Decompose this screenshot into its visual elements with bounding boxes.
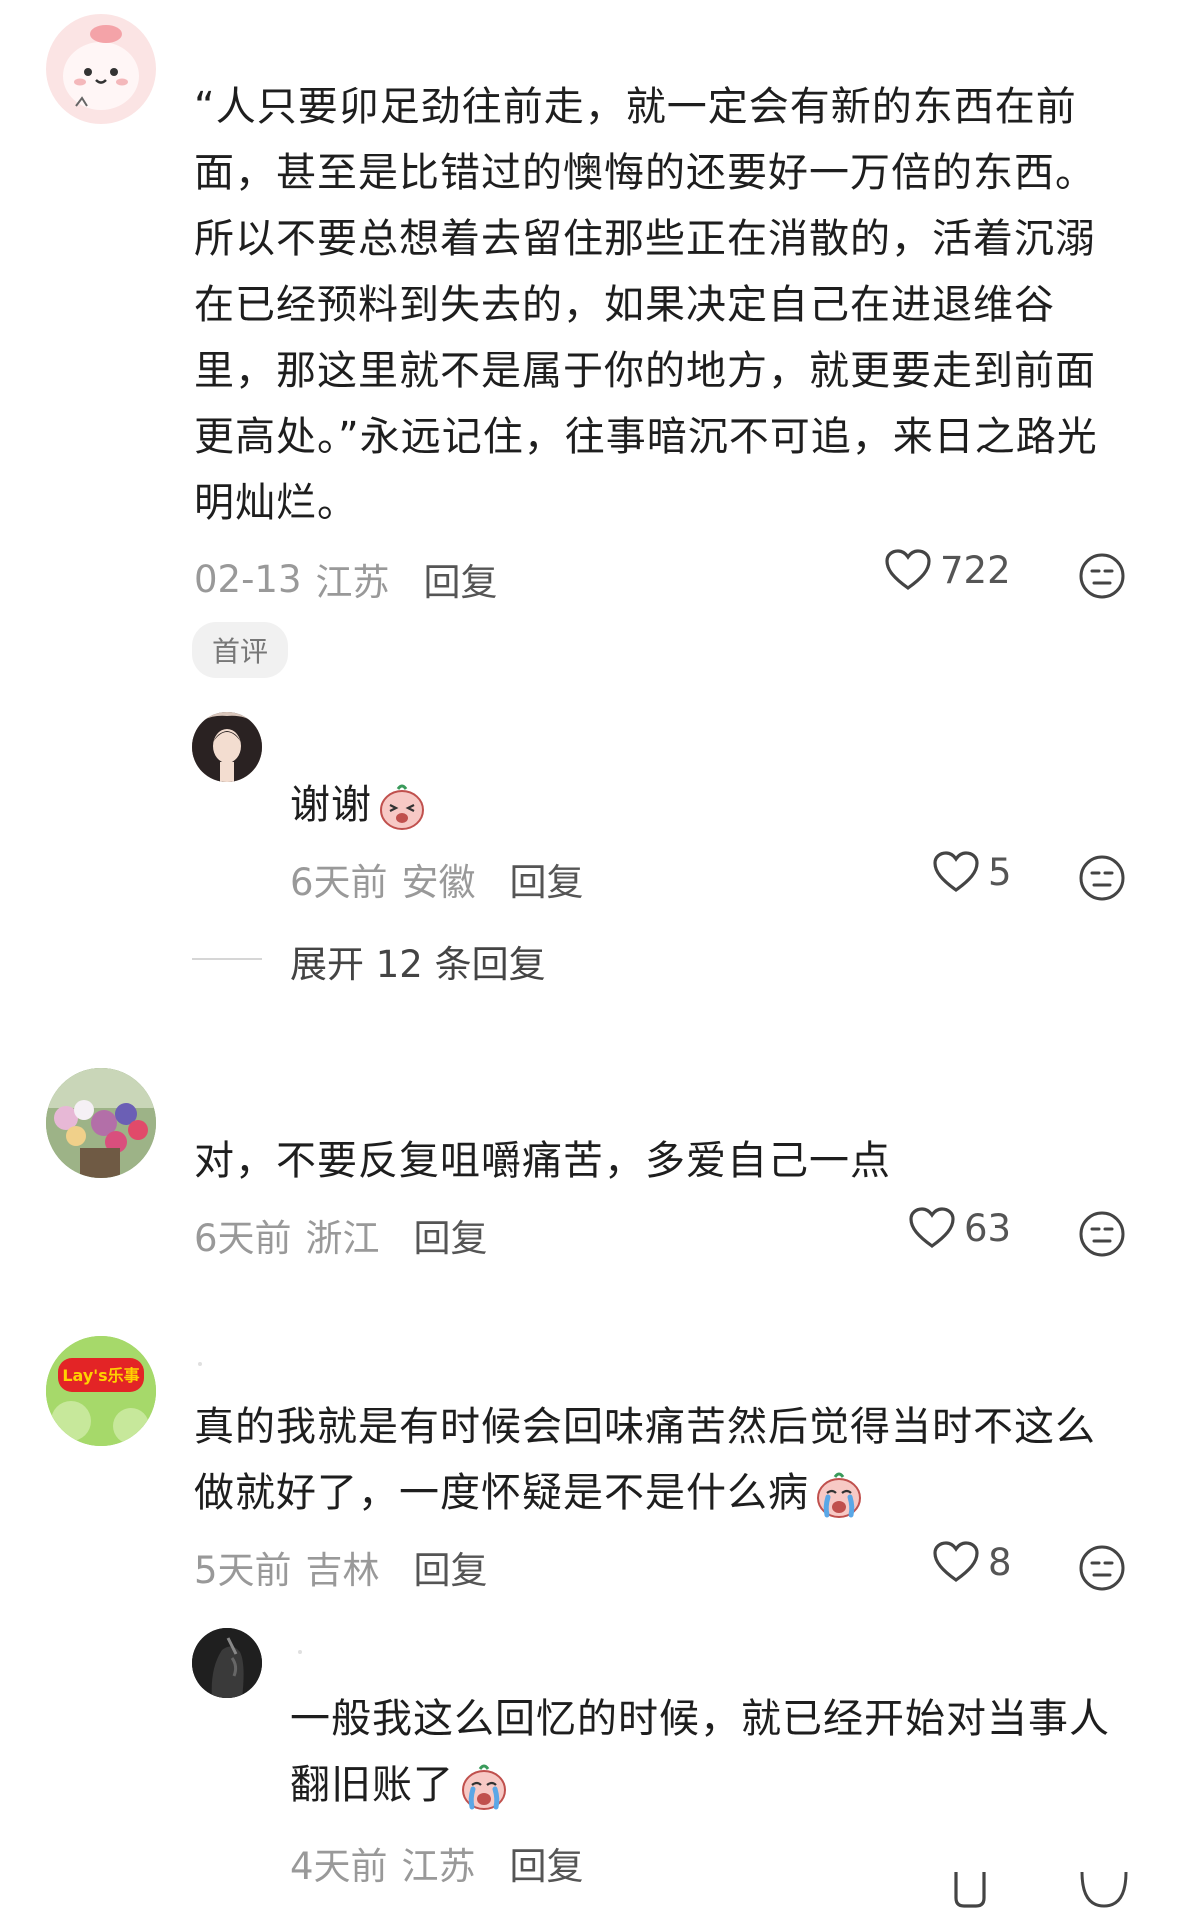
comment-location: 江苏: [315, 561, 390, 604]
like-count: 63: [964, 1206, 1012, 1250]
heart-icon-partial[interactable]: [940, 1872, 1000, 1908]
flowers-avatar-icon: [46, 1068, 156, 1178]
comment-text: 对，不要反复咀嚼痛苦，多爱自己一点: [194, 1138, 891, 1184]
comment-text-content: 真的我就是有时候会回味痛苦然后觉得当时不这么做就好了，一度怀疑是不是什么病: [194, 1404, 1096, 1516]
heart-icon: [933, 851, 979, 892]
expand-replies-button[interactable]: 展开 12 条回复: [290, 934, 546, 988]
like-button[interactable]: 8: [932, 1540, 1012, 1584]
comment-date: 6天前: [194, 1217, 292, 1260]
avatar[interactable]: Lay's乐事: [46, 1336, 156, 1446]
dark-portrait-avatar-icon: [192, 1628, 262, 1698]
like-count: 5: [988, 850, 1012, 894]
avatar[interactable]: [46, 1068, 156, 1178]
reply-text-content: 谢谢: [290, 782, 372, 828]
portrait-avatar-icon: [192, 712, 262, 782]
reply-location: 江苏: [401, 1845, 476, 1888]
comment-date: 5天前: [194, 1549, 292, 1592]
reply-text-content: 一般我这么回忆的时候，就已经开始对当事人翻旧账了: [290, 1696, 1110, 1808]
comment-location: 吉林: [305, 1549, 380, 1592]
decorative-dot: [198, 1362, 202, 1366]
reply-location: 安徽: [401, 861, 476, 904]
crying-blob-emoji-icon: [462, 1764, 506, 1810]
comment-text: “人只要卯足劲往前走，就一定会有新的东西在前面，甚至是比错过的懊悔的还要好一万倍…: [194, 84, 1098, 526]
dislike-face-icon[interactable]: [1078, 552, 1126, 600]
like-count: 722: [940, 548, 1011, 592]
laughing-blob-emoji-icon: [380, 784, 424, 830]
like-button[interactable]: 722: [884, 548, 1011, 592]
expand-divider: [192, 958, 262, 960]
dislike-face-icon[interactable]: [1078, 1210, 1126, 1258]
comment-text: 真的我就是有时候会回味痛苦然后觉得当时不这么做就好了，一度怀疑是不是什么病: [194, 1394, 1134, 1526]
reply-button[interactable]: 回复: [414, 1208, 488, 1262]
heart-icon: [933, 1541, 979, 1582]
first-comment-badge: 首评: [192, 622, 289, 678]
lays-logo-avatar-icon: Lay's乐事: [46, 1336, 156, 1446]
dislike-face-icon-partial[interactable]: [1078, 1872, 1130, 1908]
avatar[interactable]: [192, 1628, 262, 1698]
comment-date: 02-13: [194, 557, 302, 601]
comment-meta: 6天前 浙江 回复: [194, 1208, 488, 1262]
reply-button[interactable]: 回复: [414, 1540, 488, 1594]
comment-location: 浙江: [305, 1217, 380, 1260]
avatar[interactable]: [192, 712, 262, 782]
comment-meta: 02-13 江苏 回复: [194, 552, 498, 606]
reply-date: 6天前: [290, 861, 388, 904]
reply-meta: 6天前 安徽 回复: [290, 852, 584, 906]
dislike-face-icon[interactable]: [1078, 854, 1126, 902]
dislike-face-icon[interactable]: [1078, 1544, 1126, 1592]
reply-meta: 4天前 江苏 回复: [290, 1836, 584, 1890]
avatar-logo-text: Lay's乐事: [62, 1366, 139, 1385]
like-button[interactable]: 5: [932, 850, 1012, 894]
reply-date: 4天前: [290, 1845, 388, 1888]
avatar[interactable]: [46, 14, 156, 124]
reply-button[interactable]: 回复: [424, 552, 498, 606]
like-count: 8: [988, 1540, 1012, 1584]
reply-button[interactable]: 回复: [510, 1836, 584, 1890]
heart-icon: [909, 1207, 955, 1248]
cute-blob-avatar-icon: [63, 25, 139, 110]
reply-text: 一般我这么回忆的时候，就已经开始对当事人翻旧账了: [290, 1686, 1140, 1818]
comment-meta: 5天前 吉林 回复: [194, 1540, 488, 1594]
reply-button[interactable]: 回复: [510, 852, 584, 906]
heart-icon: [885, 549, 931, 590]
crying-blob-emoji-icon: [817, 1472, 861, 1518]
decorative-dot: [298, 1650, 302, 1654]
reply-text: 谢谢: [290, 772, 428, 838]
like-button[interactable]: 63: [908, 1206, 1011, 1250]
